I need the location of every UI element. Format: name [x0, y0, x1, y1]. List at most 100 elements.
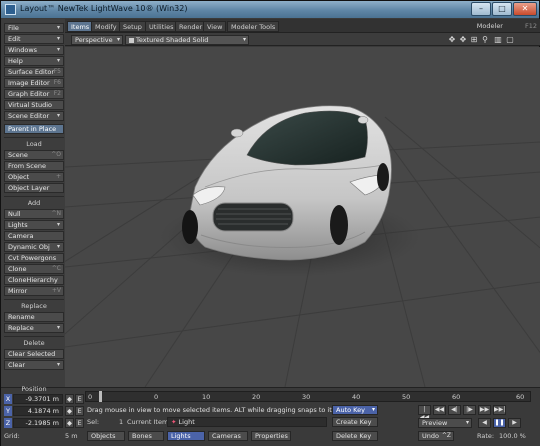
create-key-label: Create Key — [336, 418, 372, 426]
x-lock-icon[interactable]: ◆ — [65, 394, 74, 404]
surface-editor-label: Surface Editor — [8, 68, 55, 76]
rename-button[interactable]: Rename — [4, 312, 64, 322]
move-view-icon[interactable]: ✥ — [447, 35, 457, 45]
auto-key-button[interactable]: Auto Key ▾ — [332, 405, 378, 415]
play-reverse-icon[interactable]: ◀ — [478, 418, 491, 428]
mirror-button[interactable]: Mirror +V — [4, 286, 64, 296]
category-bones[interactable]: Bones — [128, 431, 164, 441]
delete-key-button[interactable]: Delete Key — [332, 431, 378, 441]
preview-dropdown[interactable]: Preview ▾ — [418, 418, 472, 428]
menu-help[interactable]: Help ▾ — [4, 56, 64, 66]
tab-render[interactable]: Render — [175, 21, 207, 32]
divider — [4, 137, 64, 138]
load-object-button[interactable]: Object + — [4, 172, 64, 182]
category-lights[interactable]: Lights — [167, 431, 205, 441]
image-editor-button[interactable]: Image Editor F6 — [4, 78, 64, 88]
clone-button[interactable]: Clone ^C — [4, 264, 64, 274]
pause-icon[interactable]: ❚❚ — [493, 418, 506, 428]
parent-in-place-toggle[interactable]: Parent in Place — [4, 124, 64, 134]
clear-selected-label: Clear Selected — [8, 350, 56, 358]
delete-key-label: Delete Key — [336, 432, 372, 440]
undo-button[interactable]: Undo ^Z — [418, 431, 454, 441]
x-envelope-button[interactable]: E — [75, 394, 84, 404]
y-lock-icon[interactable]: ◆ — [65, 406, 74, 416]
shading-value: Textured Shaded Solid — [136, 36, 209, 44]
scene-editor-button[interactable]: Scene Editor ▾ — [4, 111, 64, 121]
category-cameras[interactable]: Cameras — [208, 431, 248, 441]
chevron-down-icon: ▾ — [56, 112, 60, 119]
properties-button[interactable]: Properties — [251, 431, 291, 441]
z-lock-icon[interactable]: ◆ — [65, 418, 74, 428]
cvt-powergons-button[interactable]: Cvt Powergons — [4, 253, 64, 263]
tab-modeler-tools[interactable]: Modeler Tools — [227, 21, 280, 32]
create-key-button[interactable]: Create Key — [332, 417, 378, 427]
viewport-maximize-icon[interactable]: ▢ — [505, 35, 515, 45]
fit-view-icon[interactable]: ⊞ — [469, 35, 479, 45]
menu-edit[interactable]: Edit ▾ — [4, 34, 64, 44]
virtual-studio-button[interactable]: Virtual Studio — [4, 100, 64, 110]
shortcut-label: ^O — [51, 151, 61, 158]
load-scene-button[interactable]: Scene ^O — [4, 150, 64, 160]
z-position-field[interactable]: -2.1985 m — [13, 418, 63, 428]
maximize-button[interactable]: □ — [492, 2, 512, 16]
tab-modify[interactable]: Modify — [91, 21, 121, 32]
graph-editor-button[interactable]: Graph Editor F2 — [4, 89, 64, 99]
shading-dropdown[interactable]: Textured Shaded Solid ▾ — [125, 35, 249, 45]
clone-hierarchy-button[interactable]: CloneHierarchy — [4, 275, 64, 285]
play-icon[interactable]: ▶ — [508, 418, 521, 428]
add-dynamic-obj-button[interactable]: Dynamic Obj ▾ — [4, 242, 64, 252]
close-button[interactable]: ✕ — [513, 2, 537, 16]
chevron-down-icon: ▾ — [56, 57, 60, 64]
window-title: Layout™ NewTek LightWave 10® (Win32) — [20, 4, 188, 13]
category-objects[interactable]: Objects — [87, 431, 125, 441]
shortcut-label: F2 — [53, 90, 61, 97]
next-key-icon[interactable]: ▶▶ — [478, 405, 491, 415]
load-object-layer-label: Object Layer — [8, 184, 50, 192]
minimize-button[interactable]: – — [471, 2, 491, 16]
menu-edit-label: Edit — [8, 35, 21, 43]
previous-key-icon[interactable]: ◀◀ — [433, 405, 446, 415]
go-to-end-icon[interactable]: ▶▶| — [493, 405, 506, 415]
layout-window: Layout™ NewTek LightWave 10® (Win32) – □… — [0, 0, 540, 446]
app-logo-icon — [5, 4, 16, 15]
load-object-layer-button[interactable]: Object Layer — [4, 183, 64, 193]
rotate-view-icon[interactable]: ✥ — [458, 35, 468, 45]
add-header: Add — [27, 199, 41, 207]
clear-button[interactable]: Clear ▾ — [4, 360, 64, 370]
current-item-dropdown[interactable]: ✦ Light — [167, 417, 327, 427]
add-lights-button[interactable]: Lights ▾ — [4, 220, 64, 230]
clear-selected-button[interactable]: Clear Selected — [4, 349, 64, 359]
timeline-tick-label: 10 — [202, 393, 211, 401]
view-mode-dropdown[interactable]: Perspective ▾ — [71, 35, 123, 45]
menu-windows[interactable]: Windows ▾ — [4, 45, 64, 55]
tab-setup[interactable]: Setup — [119, 21, 146, 32]
z-envelope-button[interactable]: E — [75, 418, 84, 428]
step-forward-icon[interactable]: |▶ — [463, 405, 476, 415]
tab-utilities[interactable]: Utilities — [145, 21, 178, 32]
replace-button[interactable]: Replace ▾ — [4, 323, 64, 333]
modeler-button[interactable]: Modeler F12 — [477, 21, 537, 32]
y-position-field[interactable]: 4.1874 m — [13, 406, 63, 416]
tab-bar: Items Modify Setup Utilities Render View… — [65, 19, 540, 33]
chevron-down-icon: ▾ — [116, 36, 120, 43]
viewport-layout-icon[interactable]: ▥ — [493, 35, 503, 45]
y-position-row: Y 4.1874 m ◆ E — [4, 406, 84, 416]
tab-items[interactable]: Items — [67, 21, 94, 32]
timeline-slider[interactable]: 0 0 10 20 30 40 50 60 60 — [85, 391, 531, 402]
3d-viewport[interactable] — [65, 47, 540, 387]
x-position-field[interactable]: -9.3701 m — [13, 394, 63, 404]
load-from-scene-label: From Scene — [8, 162, 46, 170]
go-to-start-icon[interactable]: |◀◀ — [418, 405, 431, 421]
add-camera-button[interactable]: Camera — [4, 231, 64, 241]
add-null-button[interactable]: Null ^N — [4, 209, 64, 219]
timeline-tick-label: 60 — [452, 393, 461, 401]
zoom-icon[interactable]: ⚲ — [480, 35, 490, 45]
step-back-icon[interactable]: ◀| — [448, 405, 461, 415]
load-from-scene-button[interactable]: From Scene — [4, 161, 64, 171]
timeline-tick-label: 50 — [402, 393, 411, 401]
tab-view[interactable]: View — [203, 21, 227, 32]
menu-file[interactable]: File ▾ — [4, 23, 64, 33]
surface-editor-button[interactable]: Surface Editor F5 — [4, 67, 64, 77]
y-envelope-button[interactable]: E — [75, 406, 84, 416]
timeline-handle[interactable] — [99, 391, 102, 402]
